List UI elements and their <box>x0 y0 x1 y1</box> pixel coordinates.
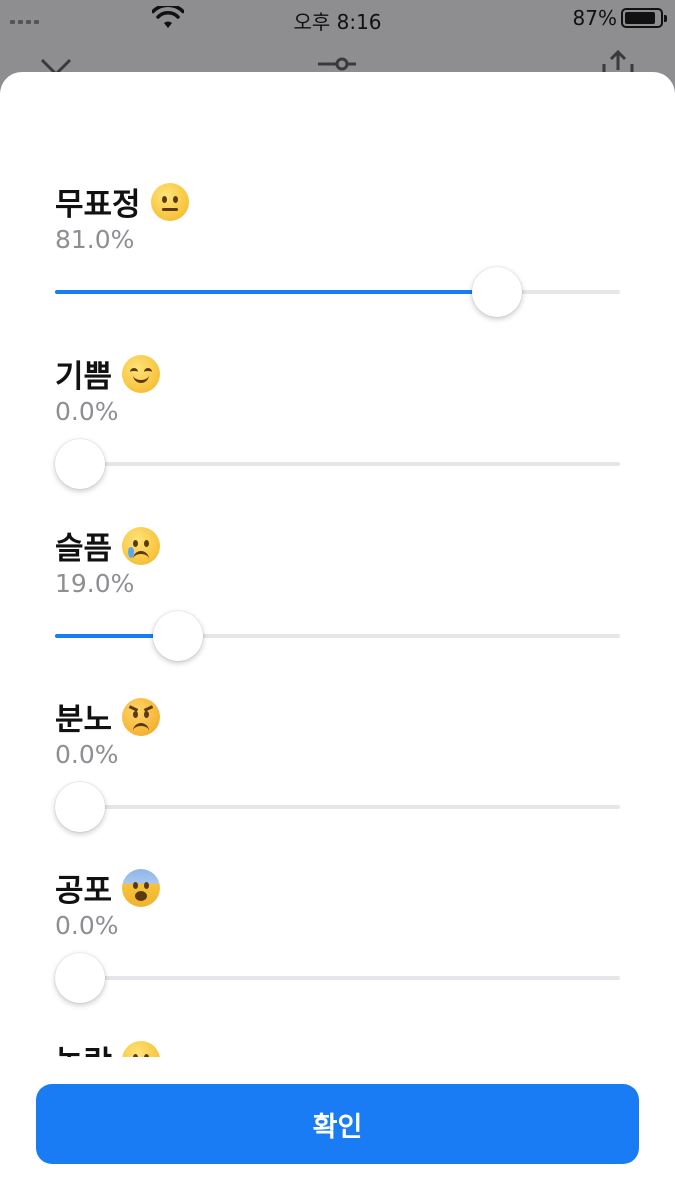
sadness-slider[interactable] <box>55 611 620 661</box>
emotion-value: 19.0% <box>55 569 135 598</box>
joy-slider[interactable] <box>55 439 620 489</box>
smiling-face-icon <box>122 354 161 393</box>
emotion-title: 기쁨 <box>55 351 161 396</box>
emotion-value: 0.0% <box>55 740 119 769</box>
emotion-label: 기쁨 <box>55 359 113 395</box>
emotion-value: 0.0% <box>55 911 119 940</box>
emotion-row-neutral: 무표정 81.0% <box>0 179 675 351</box>
emotion-title: 슬픔 <box>55 523 161 568</box>
emotion-title: 무표정 <box>55 179 189 224</box>
slider-track[interactable] <box>55 462 620 466</box>
emotion-label: 무표정 <box>55 187 141 223</box>
slider-icon <box>318 57 356 71</box>
status-bar: 오후 8:16 87% <box>0 0 675 40</box>
emotion-row-fear: 공포 0.0% <box>0 865 675 1037</box>
emotion-row-sadness: 슬픔 19.0% <box>0 523 675 695</box>
anger-slider[interactable] <box>55 782 620 832</box>
slider-thumb[interactable] <box>55 953 105 1003</box>
neutral-slider[interactable] <box>55 267 620 317</box>
emotion-label: 공포 <box>55 873 113 909</box>
slider-thumb[interactable] <box>152 611 203 661</box>
confirm-button[interactable]: 확인 <box>36 1084 639 1164</box>
neutral-face-icon <box>150 182 189 221</box>
fear-slider[interactable] <box>55 953 620 1003</box>
battery-percent: 87% <box>572 6 617 30</box>
slider-track[interactable] <box>55 805 620 809</box>
slider-thumb[interactable] <box>472 267 523 317</box>
emotion-row-joy: 기쁨 0.0% <box>0 351 675 523</box>
emotion-sheet: 무표정 81.0% 기쁨 0.0% 슬픔 19.0% 분노 0.0% 공포 0.… <box>0 72 675 1200</box>
emotion-title: 분노 <box>55 694 161 739</box>
emotion-label: 분노 <box>55 702 113 738</box>
angry-face-icon <box>122 697 161 736</box>
slider-thumb[interactable] <box>55 782 105 832</box>
emotion-label: 슬픔 <box>55 531 113 567</box>
emotion-row-anger: 분노 0.0% <box>0 694 675 866</box>
emotion-title: 공포 <box>55 865 161 910</box>
emotion-value: 81.0% <box>55 225 135 254</box>
emotion-value: 0.0% <box>55 397 119 426</box>
crying-face-icon <box>122 526 161 565</box>
fearful-face-icon <box>122 868 161 907</box>
slider-fill <box>55 290 498 294</box>
battery-icon <box>621 8 667 28</box>
slider-track[interactable] <box>55 976 620 980</box>
slider-thumb[interactable] <box>55 439 105 489</box>
share-icon <box>602 50 634 74</box>
